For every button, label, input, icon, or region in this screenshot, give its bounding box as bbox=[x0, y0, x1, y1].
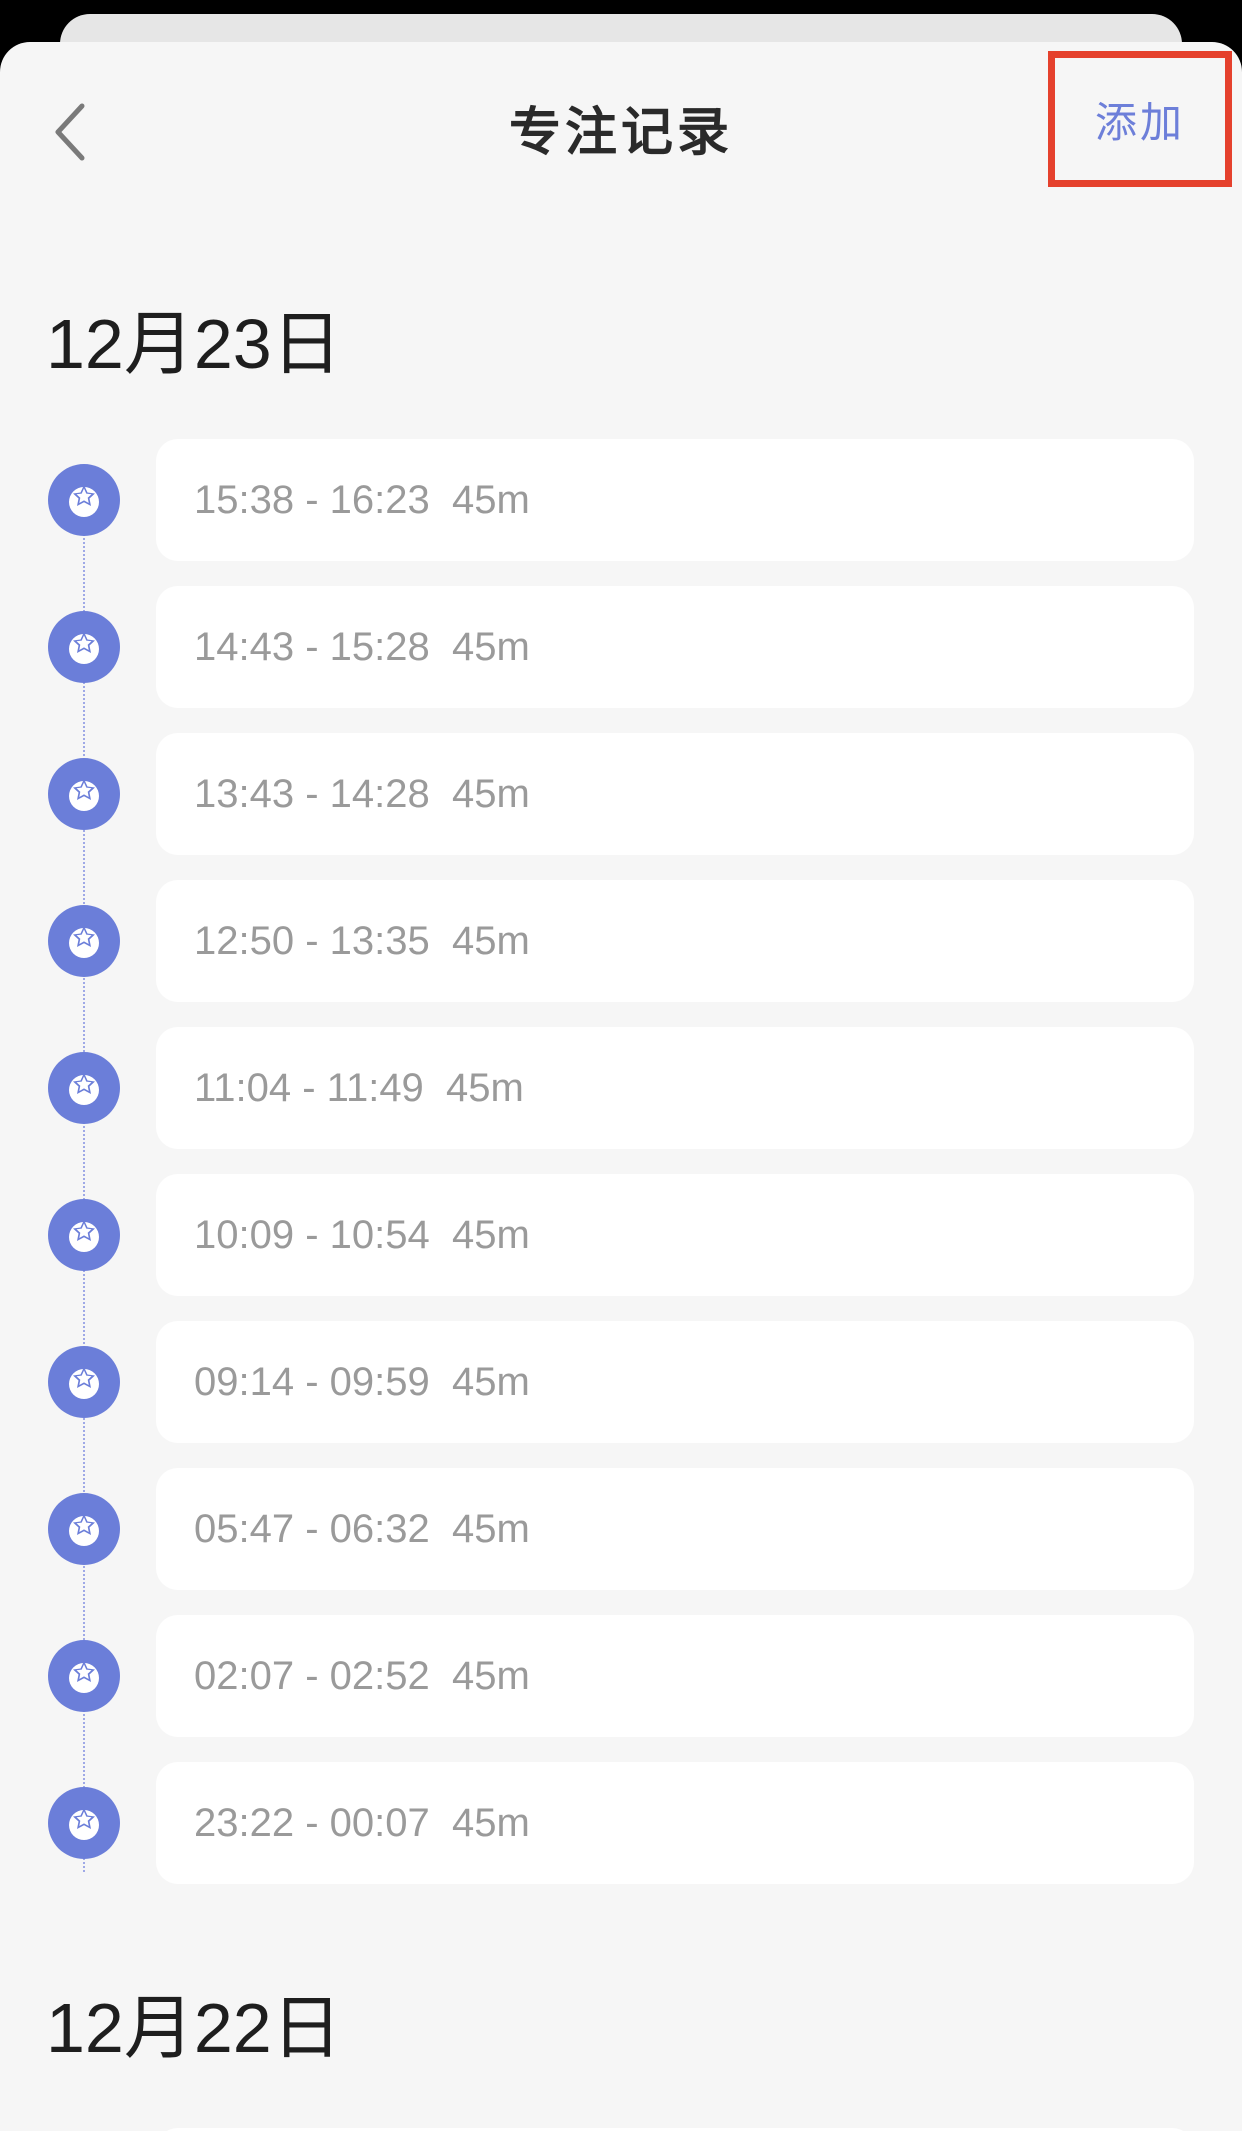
focus-record-card[interactable]: 13:43 - 14:28 45m bbox=[156, 733, 1194, 855]
focus-record-card[interactable]: 02:07 - 02:52 45m bbox=[156, 1615, 1194, 1737]
time-range: 23:22 - 00:07 bbox=[194, 1800, 430, 1845]
date-heading: 12月23日 bbox=[46, 305, 342, 383]
list-item: 13:43 - 14:28 45m bbox=[0, 733, 1242, 855]
focus-record-text: 13:43 - 14:28 45m bbox=[194, 772, 530, 817]
focus-star-icon bbox=[48, 905, 120, 977]
focus-star-icon bbox=[48, 1640, 120, 1712]
list-item: 14:43 - 15:28 45m bbox=[0, 586, 1242, 708]
time-range: 05:47 - 06:32 bbox=[194, 1506, 430, 1551]
focus-record-text: 10:09 - 10:54 45m bbox=[194, 1213, 530, 1258]
list-item: 02:07 - 02:52 45m bbox=[0, 1615, 1242, 1737]
focus-star-icon bbox=[48, 1346, 120, 1418]
focus-record-text: 23:22 - 00:07 45m bbox=[194, 1801, 530, 1846]
focus-star-icon bbox=[48, 611, 120, 683]
focus-record-card[interactable]: 11:04 - 11:49 45m bbox=[156, 1027, 1194, 1149]
focus-record-text: 09:14 - 09:59 45m bbox=[194, 1360, 530, 1405]
focus-record-card[interactable]: 05:47 - 06:32 45m bbox=[156, 1468, 1194, 1590]
list-item: 05:47 - 06:32 45m bbox=[0, 1468, 1242, 1590]
focus-star-icon bbox=[48, 1052, 120, 1124]
navigation-bar: 专注记录 添加 bbox=[0, 42, 1242, 212]
duration: 45m bbox=[451, 1800, 530, 1845]
list-item: 15:38 - 16:23 45m bbox=[0, 439, 1242, 561]
time-range: 15:38 - 16:23 bbox=[194, 477, 430, 522]
focus-record-card[interactable]: 14:43 - 15:28 45m bbox=[156, 586, 1194, 708]
time-range: 09:14 - 09:59 bbox=[194, 1359, 430, 1404]
time-range: 14:43 - 15:28 bbox=[194, 624, 430, 669]
focus-star-icon bbox=[48, 1199, 120, 1271]
focus-record-card[interactable]: 12:50 - 13:35 45m bbox=[156, 880, 1194, 1002]
time-range: 02:07 - 02:52 bbox=[194, 1653, 430, 1698]
time-range: 11:04 - 11:49 bbox=[194, 1065, 424, 1110]
duration: 45m bbox=[451, 918, 530, 963]
focus-record-text: 12:50 - 13:35 45m bbox=[194, 919, 530, 964]
focus-record-text: 14:43 - 15:28 45m bbox=[194, 625, 530, 670]
duration: 45m bbox=[451, 477, 530, 522]
duration: 45m bbox=[451, 624, 530, 669]
focus-record-card[interactable]: 10:09 - 10:54 45m bbox=[156, 1174, 1194, 1296]
list-item: 23:22 - 00:07 45m bbox=[0, 1762, 1242, 1884]
focus-records-sheet: 专注记录 添加 12月23日 15:38 - 16:23 45m 14:43 - … bbox=[0, 42, 1242, 2131]
duration: 45m bbox=[446, 1065, 524, 1110]
date-heading-next: 12月22日 bbox=[46, 1989, 342, 2067]
focus-star-icon bbox=[48, 1787, 120, 1859]
duration: 45m bbox=[451, 771, 530, 816]
focus-record-card[interactable]: 23:22 - 00:07 45m bbox=[156, 1762, 1194, 1884]
list-item: 09:14 - 09:59 45m bbox=[0, 1321, 1242, 1443]
focus-star-icon bbox=[48, 758, 120, 830]
duration: 45m bbox=[451, 1359, 530, 1404]
add-button[interactable]: 添加 bbox=[1048, 51, 1232, 187]
focus-star-icon bbox=[48, 464, 120, 536]
duration: 45m bbox=[451, 1212, 530, 1257]
focus-record-text: 15:38 - 16:23 45m bbox=[194, 478, 530, 523]
time-range: 13:43 - 14:28 bbox=[194, 771, 430, 816]
focus-star-icon bbox=[48, 1493, 120, 1565]
list-item: 10:09 - 10:54 45m bbox=[0, 1174, 1242, 1296]
time-range: 10:09 - 10:54 bbox=[194, 1212, 430, 1257]
focus-record-text: 05:47 - 06:32 45m bbox=[194, 1507, 530, 1552]
duration: 45m bbox=[451, 1653, 530, 1698]
time-range: 12:50 - 13:35 bbox=[194, 918, 430, 963]
list-item: 11:04 - 11:49 45m bbox=[0, 1027, 1242, 1149]
list-item: 12:50 - 13:35 45m bbox=[0, 880, 1242, 1002]
focus-record-card[interactable]: 09:14 - 09:59 45m bbox=[156, 1321, 1194, 1443]
focus-record-text: 11:04 - 11:49 45m bbox=[194, 1066, 524, 1111]
focus-record-text: 02:07 - 02:52 45m bbox=[194, 1654, 530, 1699]
duration: 45m bbox=[451, 1506, 530, 1551]
focus-record-card[interactable]: 15:38 - 16:23 45m bbox=[156, 439, 1194, 561]
